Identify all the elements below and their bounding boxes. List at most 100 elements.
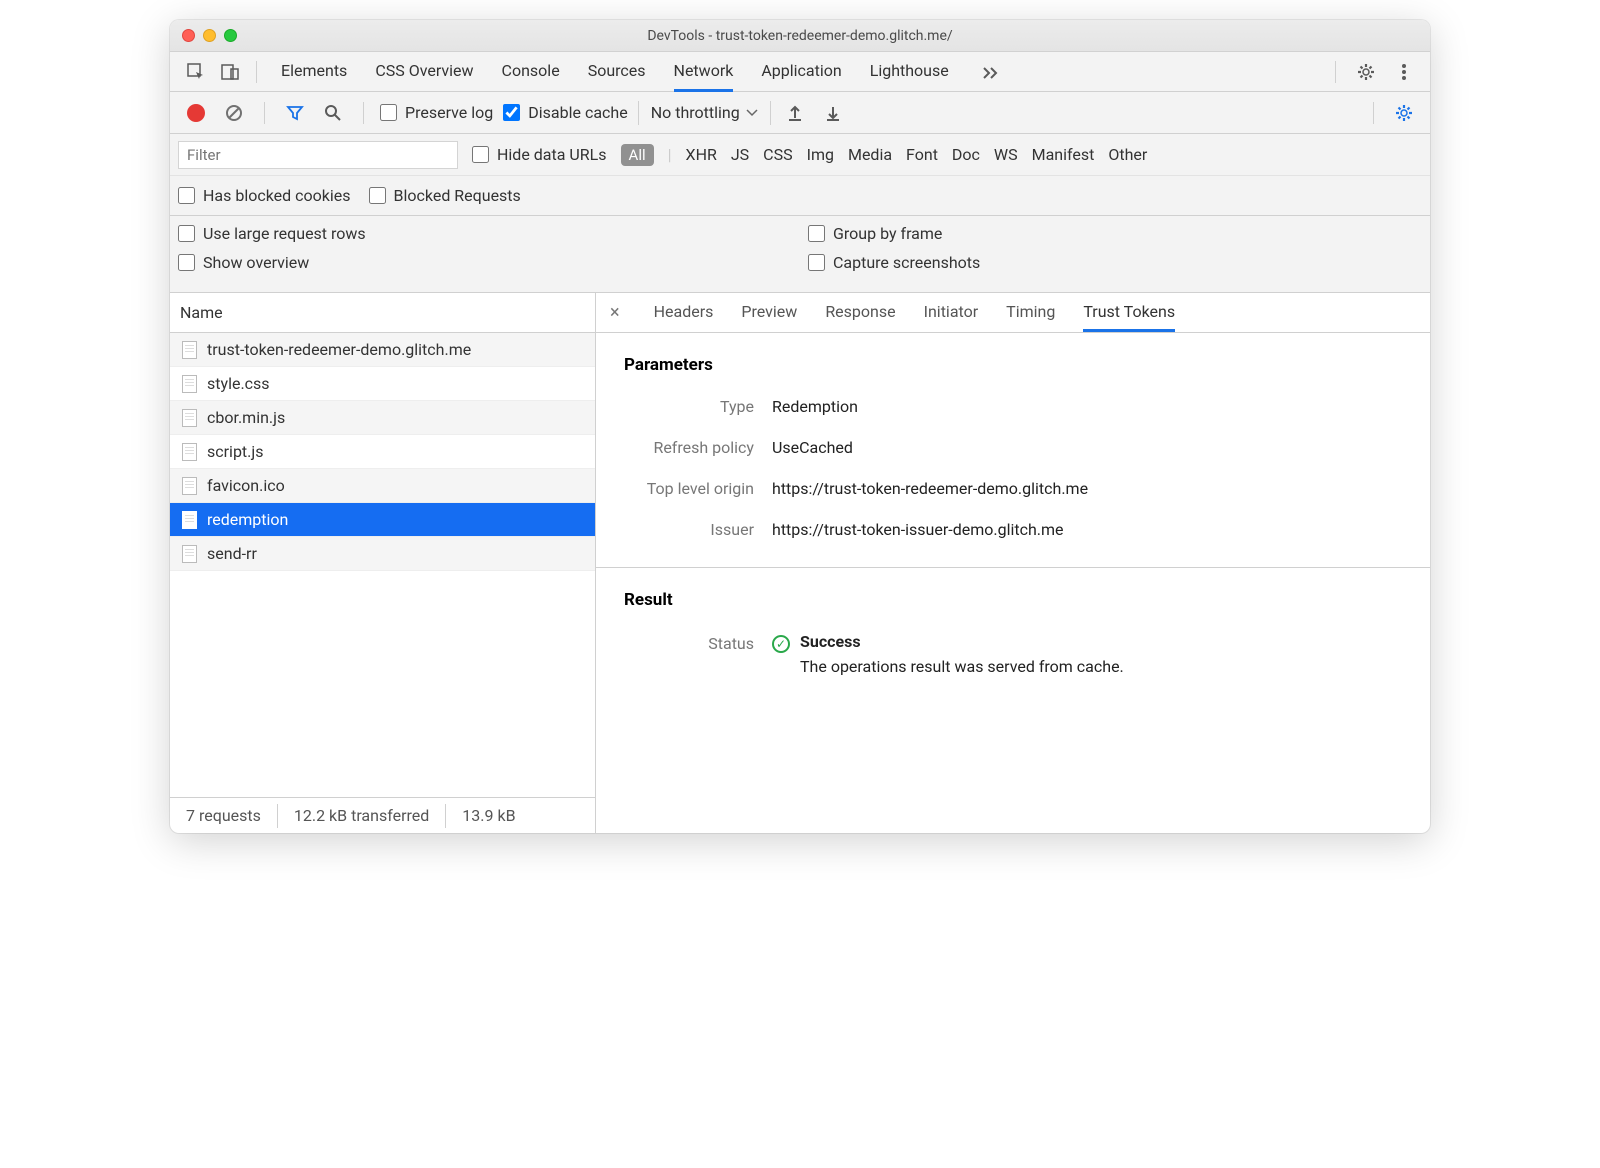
hide-data-urls-checkbox[interactable]: Hide data URLs [472, 145, 607, 164]
result-section: Result Status ✓ Success The operations r… [596, 568, 1430, 704]
has-blocked-cookies-checkbox[interactable]: Has blocked cookies [178, 186, 351, 205]
tab-lighthouse[interactable]: Lighthouse [870, 52, 949, 92]
filter-type-doc[interactable]: Doc [952, 145, 980, 164]
status-transferred: 12.2 kB transferred [278, 804, 446, 828]
network-settings-gear-icon[interactable] [1390, 99, 1418, 127]
request-row[interactable]: style.css [170, 367, 595, 401]
close-detail-icon[interactable]: × [604, 302, 626, 323]
detail-tab-headers[interactable]: Headers [654, 294, 714, 332]
param-value: UseCached [772, 438, 853, 457]
blocked-requests-checkbox[interactable]: Blocked Requests [369, 186, 521, 205]
filter-type-img[interactable]: Img [807, 145, 834, 164]
main-pane: Name trust-token-redeemer-demo.glitch.me… [170, 293, 1430, 833]
status-size: 13.9 kB [446, 804, 531, 828]
request-row[interactable]: send-rr [170, 537, 595, 571]
disable-cache-label: Disable cache [528, 103, 627, 122]
param-key: Type [624, 397, 772, 416]
options-row: Use large request rows Show overview Gro… [170, 216, 1430, 293]
result-status-label: Status [624, 632, 772, 676]
show-overview-label: Show overview [203, 253, 309, 272]
filter-type-media[interactable]: Media [848, 145, 892, 164]
filter-input[interactable] [178, 141, 458, 169]
param-key: Issuer [624, 520, 772, 539]
request-row[interactable]: redemption [170, 503, 595, 537]
request-row[interactable]: script.js [170, 435, 595, 469]
group-by-frame-checkbox[interactable]: Group by frame [808, 224, 1422, 243]
window-title: DevTools - trust-token-redeemer-demo.gli… [170, 28, 1430, 44]
detail-tab-timing[interactable]: Timing [1006, 294, 1055, 332]
throttling-label: No throttling [651, 103, 740, 122]
disable-cache-checkbox[interactable]: Disable cache [503, 103, 627, 122]
chevron-down-icon [746, 109, 758, 117]
tabbar-right-controls [1329, 58, 1418, 86]
throttling-select[interactable]: No throttling [638, 101, 771, 125]
file-icon [182, 545, 197, 563]
hide-data-urls-label: Hide data URLs [497, 145, 607, 164]
request-name: script.js [207, 442, 263, 461]
tab-sources[interactable]: Sources [588, 52, 646, 92]
capture-screenshots-checkbox[interactable]: Capture screenshots [808, 253, 1422, 272]
tab-network[interactable]: Network [674, 52, 734, 92]
request-row[interactable]: cbor.min.js [170, 401, 595, 435]
filter-icon[interactable] [281, 99, 309, 127]
group-by-frame-label: Group by frame [833, 224, 942, 243]
detail-tab-trust-tokens[interactable]: Trust Tokens [1083, 294, 1175, 332]
clear-icon[interactable] [220, 99, 248, 127]
search-icon[interactable] [319, 99, 347, 127]
filter-type-css[interactable]: CSS [763, 145, 792, 164]
more-tabs-icon[interactable] [977, 58, 1005, 86]
file-icon [182, 511, 197, 529]
filter-type-ws[interactable]: WS [994, 145, 1018, 164]
filter-type-xhr[interactable]: XHR [686, 145, 717, 164]
filter-type-font[interactable]: Font [906, 145, 938, 164]
network-toolbar: Preserve log Disable cache No throttling [170, 92, 1430, 134]
download-har-icon[interactable] [819, 99, 847, 127]
status-bar: 7 requests 12.2 kB transferred 13.9 kB [170, 797, 595, 833]
request-list: trust-token-redeemer-demo.glitch.me styl… [170, 333, 595, 797]
preserve-log-label: Preserve log [405, 103, 493, 122]
use-large-rows-checkbox[interactable]: Use large request rows [178, 224, 792, 243]
divider [1373, 102, 1374, 124]
file-icon [182, 375, 197, 393]
show-overview-checkbox[interactable]: Show overview [178, 253, 792, 272]
tab-css-overview[interactable]: CSS Overview [375, 52, 473, 92]
inspect-element-icon[interactable] [182, 58, 210, 86]
filter-type-other[interactable]: Other [1108, 145, 1147, 164]
success-check-icon: ✓ [772, 635, 790, 653]
param-value: https://trust-token-redeemer-demo.glitch… [772, 479, 1088, 498]
detail-tab-initiator[interactable]: Initiator [924, 294, 979, 332]
request-name: trust-token-redeemer-demo.glitch.me [207, 340, 471, 359]
has-blocked-cookies-label: Has blocked cookies [203, 186, 351, 205]
panel-tabs: Elements CSS Overview Console Sources Ne… [281, 52, 1323, 92]
divider [264, 102, 265, 124]
request-name: send-rr [207, 544, 257, 563]
detail-tab-preview[interactable]: Preview [741, 294, 797, 332]
parameters-section: Parameters TypeRedemption Refresh policy… [596, 333, 1430, 568]
preserve-log-checkbox[interactable]: Preserve log [380, 103, 493, 122]
divider [363, 102, 364, 124]
tab-elements[interactable]: Elements [281, 52, 347, 92]
param-value: https://trust-token-issuer-demo.glitch.m… [772, 520, 1064, 539]
settings-gear-icon[interactable] [1352, 58, 1380, 86]
device-toolbar-icon[interactable] [216, 58, 244, 86]
detail-body: Parameters TypeRedemption Refresh policy… [596, 333, 1430, 833]
filter-bar: Hide data URLs All | XHR JS CSS Img Medi… [170, 134, 1430, 176]
tab-application[interactable]: Application [761, 52, 841, 92]
devtools-window: DevTools - trust-token-redeemer-demo.gli… [170, 20, 1430, 833]
request-row[interactable]: favicon.ico [170, 469, 595, 503]
filter-type-manifest[interactable]: Manifest [1032, 145, 1095, 164]
kebab-menu-icon[interactable] [1390, 58, 1418, 86]
request-name: redemption [207, 510, 288, 529]
request-row[interactable]: trust-token-redeemer-demo.glitch.me [170, 333, 595, 367]
divider [256, 61, 257, 83]
filter-type-js[interactable]: JS [731, 145, 749, 164]
request-name: cbor.min.js [207, 408, 285, 427]
filter-all-pill[interactable]: All [621, 144, 654, 166]
record-button[interactable] [182, 99, 210, 127]
tab-console[interactable]: Console [502, 52, 560, 92]
divider [1335, 61, 1336, 83]
name-column-header[interactable]: Name [170, 293, 595, 333]
upload-har-icon[interactable] [781, 99, 809, 127]
detail-tab-response[interactable]: Response [825, 294, 895, 332]
result-heading: Result [624, 590, 1402, 610]
